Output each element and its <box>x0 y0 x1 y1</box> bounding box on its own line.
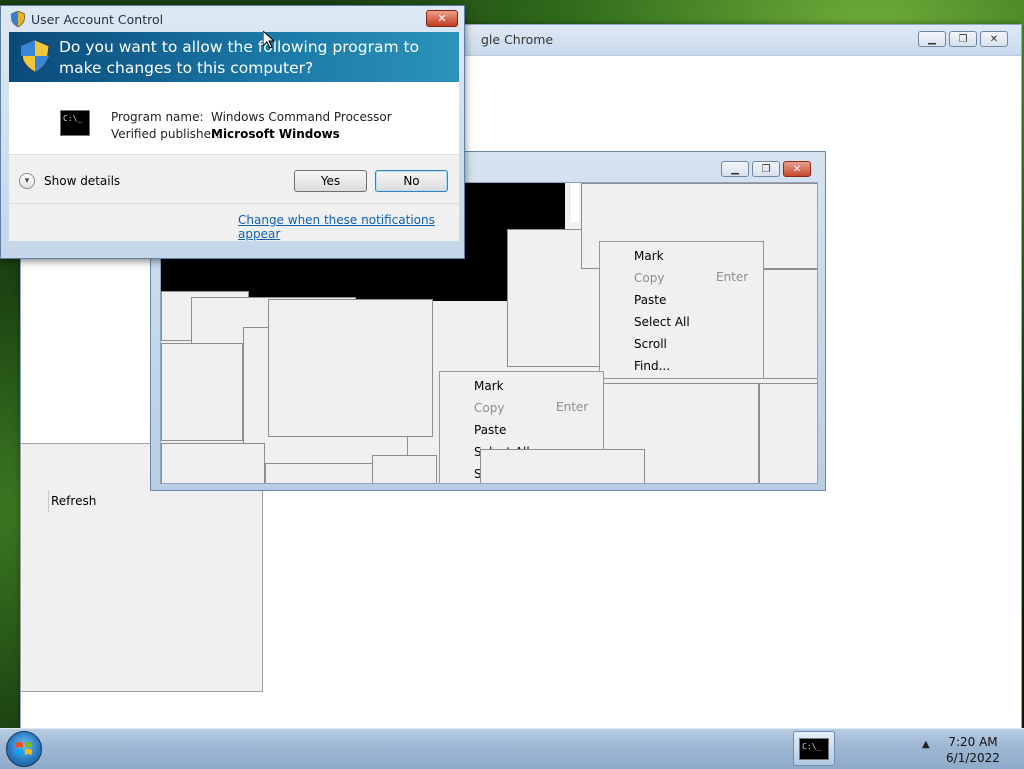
restore-icon: ❐ <box>958 33 968 45</box>
publisher-label: Verified publisher: <box>111 127 220 141</box>
show-details-label[interactable]: Show details <box>44 174 120 188</box>
menu-item[interactable]: Paste <box>474 419 506 441</box>
menu-item[interactable]: Find... <box>634 355 670 377</box>
minimize-icon: ▁ <box>731 163 739 175</box>
maximize-button[interactable]: ❐ <box>949 31 977 47</box>
ghost-panel <box>759 383 817 483</box>
console-scroll-remnant <box>571 183 579 223</box>
menu-item[interactable]: Copy <box>634 267 664 289</box>
menu-item[interactable]: Copy <box>474 397 504 419</box>
ghost-panel <box>761 269 817 379</box>
ghost-panel <box>265 463 375 483</box>
cmd-program-icon: C:\_ <box>60 110 90 136</box>
menu-separator <box>48 490 49 512</box>
close-button[interactable]: ✕ <box>980 31 1008 47</box>
minimize-icon: ▁ <box>928 33 936 45</box>
mouse-cursor-icon <box>263 31 275 49</box>
cmd-minimize-button[interactable]: ▁ <box>721 161 749 177</box>
cmd-program-icon: C:\_ <box>799 737 829 760</box>
shield-icon <box>11 11 25 27</box>
uac-dialog[interactable]: User Account Control ✕ Do you want to al… <box>0 5 465 259</box>
uac-title: User Account Control <box>31 12 164 27</box>
change-notifications-link[interactable]: Change when these notifications appear <box>238 213 459 241</box>
menu-item[interactable]: Scroll <box>634 333 667 355</box>
uac-body: C:\_ Program name: Windows Command Proce… <box>9 82 459 241</box>
show-details-toggle[interactable]: ▾ <box>19 173 35 189</box>
minimize-button[interactable]: ▁ <box>918 31 946 47</box>
taskbar: C:\_ ▲ 7:20 AM 6/1/2022 <box>0 728 1024 769</box>
close-icon: ✕ <box>437 12 447 25</box>
clock-time: 7:20 AM <box>948 735 998 749</box>
ghost-panel <box>161 443 265 483</box>
restore-icon: ❐ <box>761 163 771 175</box>
no-button[interactable]: No <box>375 170 448 192</box>
close-icon: ✕ <box>989 33 999 45</box>
uac-banner: Do you want to allow the following progr… <box>9 32 459 82</box>
menu-item[interactable]: Mark <box>634 245 664 267</box>
menu-shortcut: Enter <box>556 400 589 414</box>
refresh-menu-item[interactable]: Refresh <box>51 494 96 508</box>
context-menu[interactable]: Mark Copy Enter Paste Select All Scroll Find..… <box>599 241 764 379</box>
ghost-panel <box>480 449 645 483</box>
chrome-window-title: gle Chrome <box>481 32 554 47</box>
cmd-close-button[interactable]: ✕ <box>783 161 811 177</box>
uac-close-button[interactable]: ✕ <box>426 10 458 27</box>
uac-button-area: ▾ Show details Yes No Change when these … <box>9 154 459 241</box>
program-name-label: Program name: <box>111 110 204 124</box>
publisher-value: Microsoft Windows <box>211 127 340 141</box>
ghost-panel <box>161 343 243 441</box>
clock[interactable]: 7:20 AM 6/1/2022 <box>940 734 1006 766</box>
start-button[interactable] <box>6 731 42 767</box>
show-hidden-icons-button[interactable]: ▲ <box>922 739 930 750</box>
menu-item[interactable]: Mark <box>474 375 504 397</box>
menu-item[interactable]: Paste <box>634 289 666 311</box>
uac-question: Do you want to allow the following progr… <box>59 38 420 77</box>
chevron-down-icon: ▾ <box>24 176 30 186</box>
ghost-panel <box>268 299 433 437</box>
menu-item[interactable]: Select All <box>634 311 690 333</box>
program-name-value: Windows Command Processor <box>211 110 392 124</box>
cmd-maximize-button[interactable]: ❐ <box>752 161 780 177</box>
clock-date: 6/1/2022 <box>946 751 1000 765</box>
uac-shield-icon <box>21 40 49 72</box>
ghost-panel <box>372 455 437 483</box>
close-icon: ✕ <box>792 163 802 175</box>
taskbar-cmd-button[interactable]: C:\_ <box>793 731 835 766</box>
menu-shortcut: Enter <box>716 270 749 284</box>
uac-divider <box>9 203 459 204</box>
windows-logo-icon <box>16 742 32 755</box>
yes-button[interactable]: Yes <box>294 170 367 192</box>
